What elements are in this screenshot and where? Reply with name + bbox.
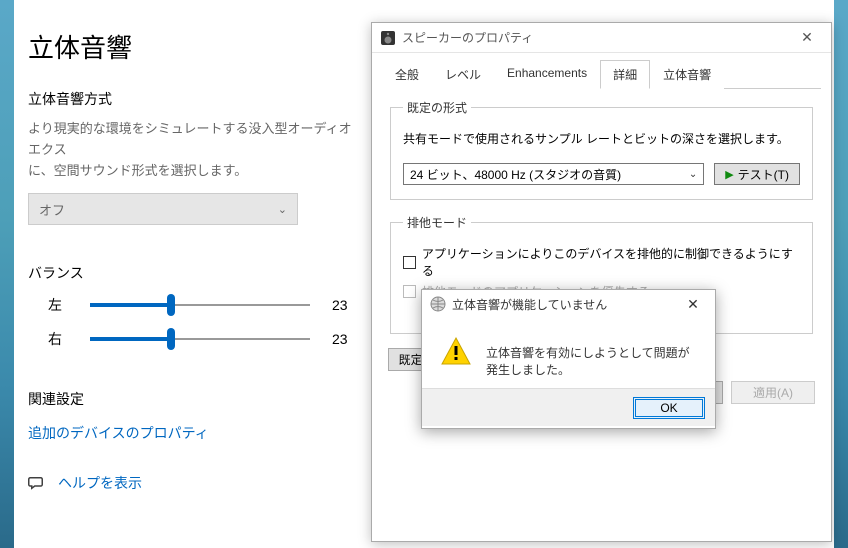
test-button-label: テスト(T) [738, 166, 789, 183]
apply-button[interactable]: 適用(A) [731, 381, 815, 404]
test-button[interactable]: ▶ テスト(T) [714, 163, 800, 185]
balance-right-value: 23 [332, 331, 348, 347]
speaker-icon [380, 30, 396, 46]
chat-icon [28, 474, 46, 492]
checkbox-icon [403, 285, 416, 298]
globe-icon [430, 296, 446, 312]
dropdown-value: オフ [39, 200, 65, 219]
msgbox-titlebar[interactable]: 立体音響が機能していません ✕ [422, 290, 715, 318]
dialog-titlebar[interactable]: スピーカーのプロパティ ✕ [372, 23, 831, 53]
help-link[interactable]: ヘルプを表示 [58, 473, 142, 493]
balance-left-value: 23 [332, 297, 348, 313]
tabs: 全般 レベル Enhancements 詳細 立体音響 [382, 59, 821, 89]
chevron-down-icon: ⌄ [689, 169, 697, 180]
wallpaper-left [0, 0, 14, 548]
exclusive-allow-row[interactable]: アプリケーションによりこのデバイスを排他的に制御できるようにする [403, 245, 800, 279]
default-format-group: 既定の形式 共有モードで使用されるサンプル レートとビットの深さを選択します。 … [390, 99, 813, 200]
balance-left-slider[interactable] [90, 293, 310, 317]
error-msgbox: 立体音響が機能していません ✕ 立体音響を有効にしようとして問題が発生しました。… [421, 289, 716, 429]
msgbox-ok-button[interactable]: OK [633, 397, 705, 419]
default-format-desc: 共有モードで使用されるサンプル レートとビットの深さを選択します。 [403, 130, 800, 147]
desc-line2: に、空間サウンド形式を選択します。 [28, 163, 247, 178]
msgbox-title: 立体音響が機能していません [452, 296, 673, 313]
tab-advanced[interactable]: 詳細 [600, 60, 650, 89]
checkbox-icon [403, 256, 416, 269]
speaker-properties-dialog: スピーカーのプロパティ ✕ 全般 レベル Enhancements 詳細 立体音… [371, 22, 832, 542]
msgbox-footer: OK [422, 388, 715, 426]
wallpaper-right [834, 0, 848, 548]
format-combo[interactable]: 24 ビット、48000 Hz (スタジオの音質) ⌄ [403, 163, 704, 185]
format-combo-value: 24 ビット、48000 Hz (スタジオの音質) [410, 166, 621, 183]
balance-left-label: 左 [48, 295, 78, 315]
exclusive-mode-legend: 排他モード [403, 214, 471, 231]
tab-enhancements[interactable]: Enhancements [494, 60, 600, 89]
balance-right-slider[interactable] [90, 327, 310, 351]
msgbox-close-button[interactable]: ✕ [673, 291, 713, 317]
play-icon: ▶ [725, 168, 733, 181]
dialog-close-button[interactable]: ✕ [785, 24, 829, 52]
tab-levels[interactable]: レベル [432, 60, 494, 89]
tab-spatial[interactable]: 立体音響 [650, 60, 724, 89]
tab-general[interactable]: 全般 [382, 60, 432, 89]
balance-right-label: 右 [48, 329, 78, 349]
chevron-down-icon: ⌄ [278, 203, 287, 216]
dialog-title: スピーカーのプロパティ [402, 29, 785, 46]
spatial-format-desc: より現実的な環境をシミュレートする没入型オーディオエクス に、空間サウンド形式を… [28, 119, 358, 181]
exclusive-allow-label: アプリケーションによりこのデバイスを排他的に制御できるようにする [422, 245, 800, 279]
spatial-format-dropdown[interactable]: オフ ⌄ [28, 193, 298, 225]
desc-line1: より現実的な環境をシミュレートする没入型オーディオエクス [28, 121, 352, 157]
default-format-legend: 既定の形式 [403, 99, 471, 116]
msgbox-text: 立体音響を有効にしようとして問題が発生しました。 [486, 336, 701, 378]
warning-icon [440, 336, 472, 366]
